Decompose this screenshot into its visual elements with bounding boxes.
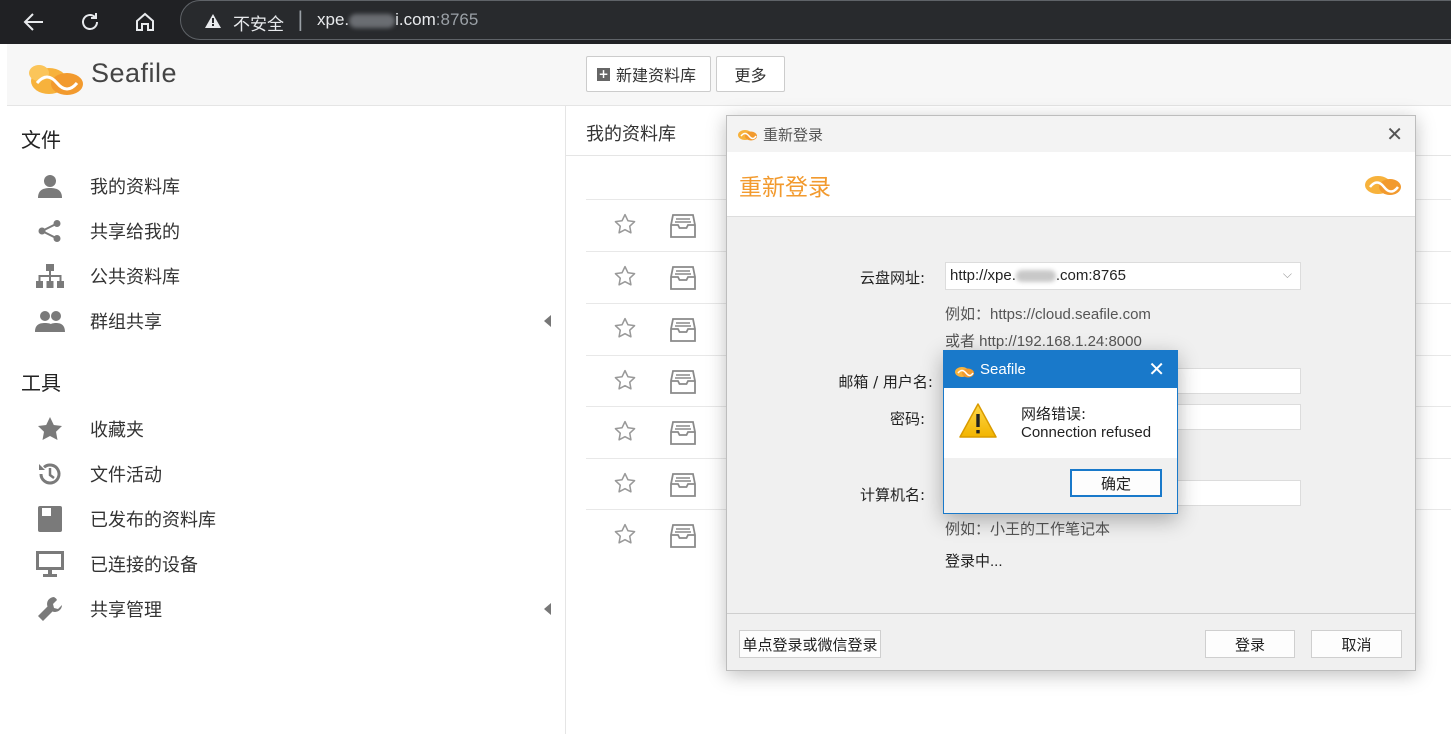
library-icon xyxy=(670,524,696,552)
sidebar-item-group-share[interactable]: 群组共享 xyxy=(21,301,551,341)
star-outline-icon[interactable] xyxy=(614,213,636,240)
error-message-box: Seafile ✕ 网络错误: Connection refused 确定 xyxy=(943,350,1178,514)
seafile-small-icon xyxy=(954,363,974,382)
sidebar-item-favorites[interactable]: 收藏夹 xyxy=(21,409,551,449)
library-icon xyxy=(670,318,696,346)
library-icon xyxy=(670,266,696,294)
star-icon xyxy=(31,417,69,441)
security-label[interactable]: 不安全 xyxy=(233,10,284,35)
sidebar-item-my-libraries[interactable]: 我的资料库 xyxy=(21,166,551,206)
error-line-2: Connection refused xyxy=(1021,424,1152,441)
browser-toolbar: 不安全 | xpe. i.com:8765 xyxy=(0,0,1451,44)
sidebar-item-file-activity[interactable]: 文件活动 xyxy=(21,454,551,494)
sidebar-item-label: 文件活动 xyxy=(90,465,162,486)
sidebar-item-public-libraries[interactable]: 公共资料库 xyxy=(21,256,551,296)
seafile-small-icon xyxy=(737,126,757,145)
library-icon xyxy=(670,473,696,501)
sidebar-item-label: 共享管理 xyxy=(90,600,162,621)
message-box-titlebar: Seafile ✕ xyxy=(944,351,1177,388)
cancel-button[interactable]: 取消 xyxy=(1311,630,1402,658)
sidebar: 文件 我的资料库 共享给我的 公共资料库 群组共享 工具 收藏夹 文件活动 已发… xyxy=(7,106,566,734)
chevron-down-icon[interactable]: ⌵ xyxy=(1283,267,1292,282)
back-arrow-icon[interactable] xyxy=(20,8,48,36)
group-icon xyxy=(31,310,69,332)
divider: | xyxy=(297,7,304,31)
computer-name-example: 例如：小王的工作笔记本 xyxy=(945,521,1111,538)
sidebar-item-published-libraries[interactable]: 已发布的资料库 xyxy=(21,499,551,539)
plus-icon: + xyxy=(597,66,610,81)
server-example-2: 或者 http://192.168.1.24:8000 xyxy=(945,333,1142,350)
sso-login-button[interactable]: 单点登录或微信登录 xyxy=(739,630,881,658)
more-button[interactable]: 更多 xyxy=(716,56,785,92)
wrench-icon xyxy=(31,596,69,622)
star-outline-icon[interactable] xyxy=(614,317,636,344)
server-label: 云盘网址: xyxy=(859,269,925,287)
share-icon xyxy=(31,220,69,242)
message-box-body: 网络错误: Connection refused xyxy=(944,388,1177,458)
email-label: 邮箱 / 用户名: xyxy=(838,373,933,391)
expand-caret-icon[interactable] xyxy=(544,603,551,615)
login-button[interactable]: 登录 xyxy=(1205,630,1295,658)
close-icon[interactable]: ✕ xyxy=(1148,357,1165,381)
library-icon xyxy=(670,214,696,242)
server-example-1: 例如：https://cloud.seafile.com xyxy=(945,306,1151,323)
dialog-heading: 重新登录 xyxy=(739,175,831,201)
seafile-logo-icon xyxy=(1363,170,1403,200)
sidebar-item-label: 共享给我的 xyxy=(90,222,180,243)
home-icon[interactable] xyxy=(131,8,159,36)
warning-triangle-icon xyxy=(205,13,221,32)
dialog-titlebar: 重新登录 ✕ xyxy=(727,116,1415,152)
new-library-button[interactable]: + 新建资料库 xyxy=(586,56,711,92)
new-library-label: 新建资料库 xyxy=(616,66,697,85)
app-name: Seafile xyxy=(91,58,178,88)
dialog-window-title: 重新登录 xyxy=(763,126,824,144)
seafile-logo-icon xyxy=(25,55,87,101)
published-icon xyxy=(31,506,69,532)
password-label: 密码: xyxy=(889,410,925,428)
sidebar-item-label: 我的资料库 xyxy=(90,177,180,198)
tools-heading: 工具 xyxy=(21,371,61,395)
close-icon[interactable]: ✕ xyxy=(1386,122,1403,146)
error-line-1: 网络错误: xyxy=(1021,405,1087,423)
sidebar-item-connected-devices[interactable]: 已连接的设备 xyxy=(21,544,551,584)
dialog-banner: 重新登录 xyxy=(727,152,1415,217)
app-header: Seafile + 新建资料库 更多 xyxy=(7,44,1451,106)
message-box-title: Seafile xyxy=(980,361,1026,378)
star-outline-icon[interactable] xyxy=(614,523,636,550)
star-outline-icon[interactable] xyxy=(614,369,636,396)
library-icon xyxy=(670,370,696,398)
address-bar[interactable]: 不安全 | xpe. i.com:8765 xyxy=(180,0,1451,40)
sidebar-item-label: 群组共享 xyxy=(90,312,162,333)
sidebar-item-share-admin[interactable]: 共享管理 xyxy=(21,589,551,629)
files-heading: 文件 xyxy=(21,128,61,152)
user-icon xyxy=(31,174,69,198)
computer-name-label: 计算机名: xyxy=(859,486,925,504)
sidebar-item-label: 公共资料库 xyxy=(90,267,180,288)
monitor-icon xyxy=(31,551,69,577)
sidebar-item-label: 已连接的设备 xyxy=(90,555,198,576)
server-url-combobox[interactable]: http://xpe. .com:8765 ⌵ xyxy=(945,262,1301,290)
reload-icon[interactable] xyxy=(76,8,104,36)
history-icon xyxy=(31,461,69,487)
warning-icon xyxy=(959,403,997,443)
star-outline-icon[interactable] xyxy=(614,420,636,447)
sidebar-item-shared-with-me[interactable]: 共享给我的 xyxy=(21,211,551,251)
library-icon xyxy=(670,421,696,449)
page-title: 我的资料库 xyxy=(586,124,676,145)
login-status: 登录中... xyxy=(945,553,1003,570)
sidebar-item-label: 收藏夹 xyxy=(90,420,144,441)
url-text[interactable]: xpe. i.com:8765 xyxy=(317,10,478,30)
expand-caret-icon[interactable] xyxy=(544,315,551,327)
star-outline-icon[interactable] xyxy=(614,265,636,292)
ok-button[interactable]: 确定 xyxy=(1070,469,1162,497)
more-label: 更多 xyxy=(734,66,767,85)
org-tree-icon xyxy=(31,264,69,288)
sidebar-item-label: 已发布的资料库 xyxy=(90,510,216,531)
star-outline-icon[interactable] xyxy=(614,472,636,499)
divider xyxy=(727,613,1415,614)
